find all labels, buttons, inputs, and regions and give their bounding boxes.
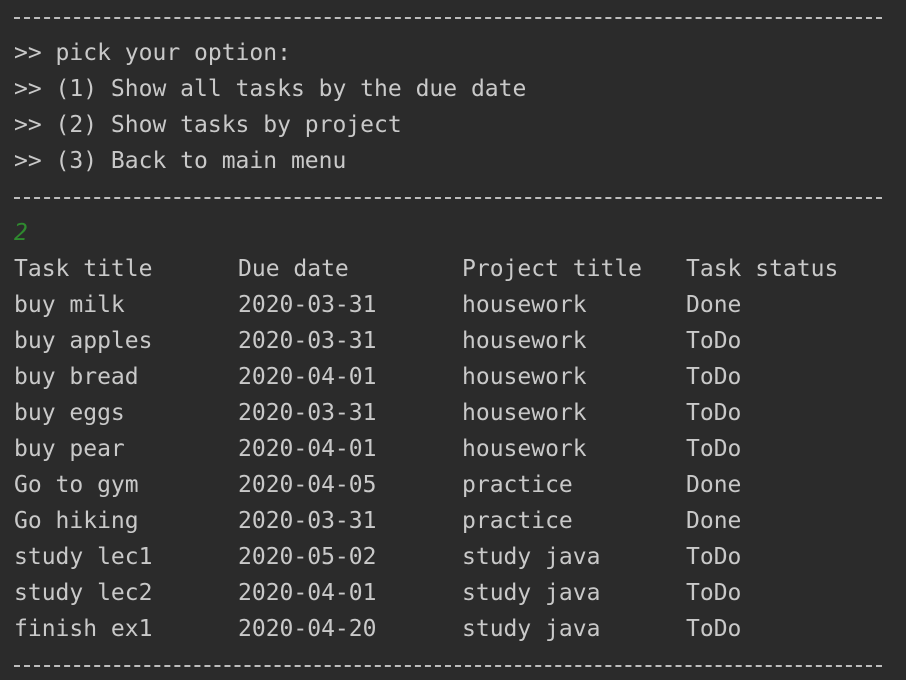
cell-due-date: 2020-03-31 — [238, 292, 377, 318]
cell-task-status: Done — [686, 292, 742, 318]
cell-task-title: study lec1 — [14, 544, 153, 570]
cell-project-title: housework — [462, 400, 587, 426]
cell-project-title: study java — [462, 544, 601, 570]
header-due-date: Due date — [238, 256, 349, 282]
cell-due-date: 2020-04-05 — [238, 472, 377, 498]
separator-middle — [14, 197, 882, 199]
cell-project-title: study java — [462, 580, 601, 606]
cell-project-title: housework — [462, 364, 587, 390]
cell-task-status: Done — [686, 472, 742, 498]
cell-project-title: practice — [462, 508, 573, 534]
cell-due-date: 2020-03-31 — [238, 328, 377, 354]
cell-due-date: 2020-03-31 — [238, 400, 377, 426]
cell-project-title: study java — [462, 616, 601, 642]
header-project-title: Project title — [462, 256, 643, 282]
separator-top — [14, 17, 882, 19]
cell-project-title: housework — [462, 436, 587, 462]
cell-task-status: ToDo — [686, 616, 742, 642]
user-input-echo: 2 — [14, 220, 28, 246]
cell-project-title: housework — [462, 328, 587, 354]
cell-task-title: buy pear — [14, 436, 125, 462]
cell-due-date: 2020-04-01 — [238, 580, 377, 606]
cell-task-title: buy bread — [14, 364, 139, 390]
cell-due-date: 2020-04-01 — [238, 364, 377, 390]
cell-task-status: ToDo — [686, 580, 742, 606]
cell-task-title: Go to gym — [14, 472, 139, 498]
cell-task-status: ToDo — [686, 544, 742, 570]
cell-task-status: Done — [686, 508, 742, 534]
cell-task-title: buy apples — [14, 328, 153, 354]
cell-task-title: finish ex1 — [14, 616, 153, 642]
cell-task-status: ToDo — [686, 328, 742, 354]
cell-task-status: ToDo — [686, 436, 742, 462]
cell-task-title: buy milk — [14, 292, 125, 318]
console-output[interactable]: >> pick your option: >> (1) Show all tas… — [0, 0, 906, 680]
cell-due-date: 2020-05-02 — [238, 544, 377, 570]
separator-bottom — [14, 665, 882, 667]
cell-task-title: buy eggs — [14, 400, 125, 426]
cell-due-date: 2020-04-01 — [238, 436, 377, 462]
cell-project-title: practice — [462, 472, 573, 498]
menu-prompt: >> pick your option: — [14, 40, 291, 66]
cell-due-date: 2020-04-20 — [238, 616, 377, 642]
menu-option-2: >> (2) Show tasks by project — [14, 112, 402, 138]
header-task-title: Task title — [14, 256, 153, 282]
menu-option-3: >> (3) Back to main menu — [14, 148, 347, 174]
cell-task-status: ToDo — [686, 400, 742, 426]
menu-option-1: >> (1) Show all tasks by the due date — [14, 76, 527, 102]
cell-project-title: housework — [462, 292, 587, 318]
header-task-status: Task status — [686, 256, 839, 282]
cell-due-date: 2020-03-31 — [238, 508, 377, 534]
cell-task-status: ToDo — [686, 364, 742, 390]
cell-task-title: Go hiking — [14, 508, 139, 534]
cell-task-title: study lec2 — [14, 580, 153, 606]
